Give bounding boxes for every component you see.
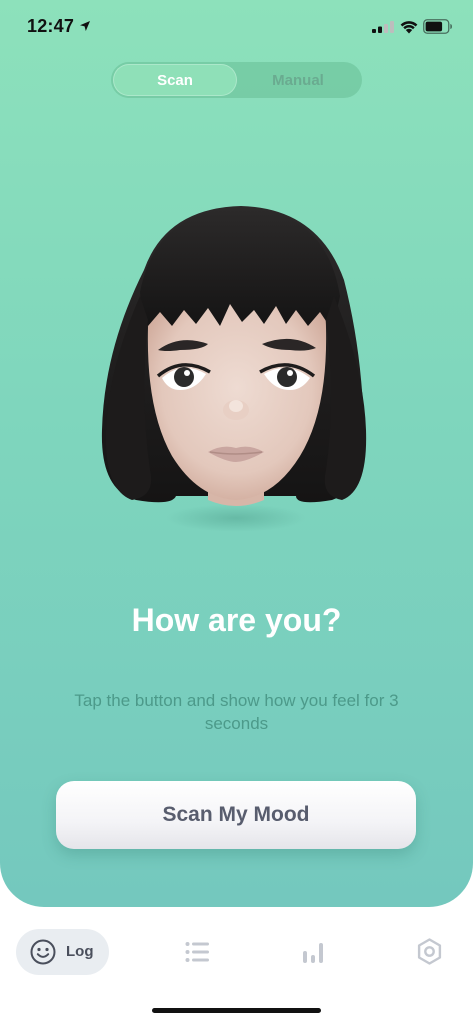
segment-scan[interactable]: Scan <box>113 64 237 96</box>
avatar-face-image <box>101 206 367 532</box>
tab-log[interactable]: Log <box>16 929 109 975</box>
prompt-subtitle: Tap the button and show how you feel for… <box>74 691 399 733</box>
tab-log-label: Log <box>66 943 94 960</box>
battery-icon <box>423 19 452 34</box>
gear-icon[interactable] <box>416 938 443 965</box>
wifi-icon <box>400 21 418 34</box>
home-indicator <box>152 1008 321 1013</box>
screen: 12:47 Scan Manual How are you? Tap the b… <box>0 0 473 1024</box>
tab-bar: Log <box>0 907 473 1024</box>
list-icon[interactable] <box>185 941 209 963</box>
prompt-heading: How are you? <box>131 602 342 638</box>
cellular-signal-icon <box>372 21 394 33</box>
hero-panel: 12:47 Scan Manual How are you? Tap the b… <box>0 0 473 907</box>
segment-manual[interactable]: Manual <box>236 64 360 96</box>
bar-chart-icon[interactable] <box>302 941 324 963</box>
status-bar: 12:47 <box>0 0 473 56</box>
scan-my-mood-button[interactable]: Scan My Mood <box>56 781 416 849</box>
location-arrow-icon <box>80 21 90 31</box>
smiley-face-icon <box>30 939 56 965</box>
mode-segmented-control: Scan Manual <box>111 62 362 98</box>
status-time: 12:47 <box>27 16 75 36</box>
